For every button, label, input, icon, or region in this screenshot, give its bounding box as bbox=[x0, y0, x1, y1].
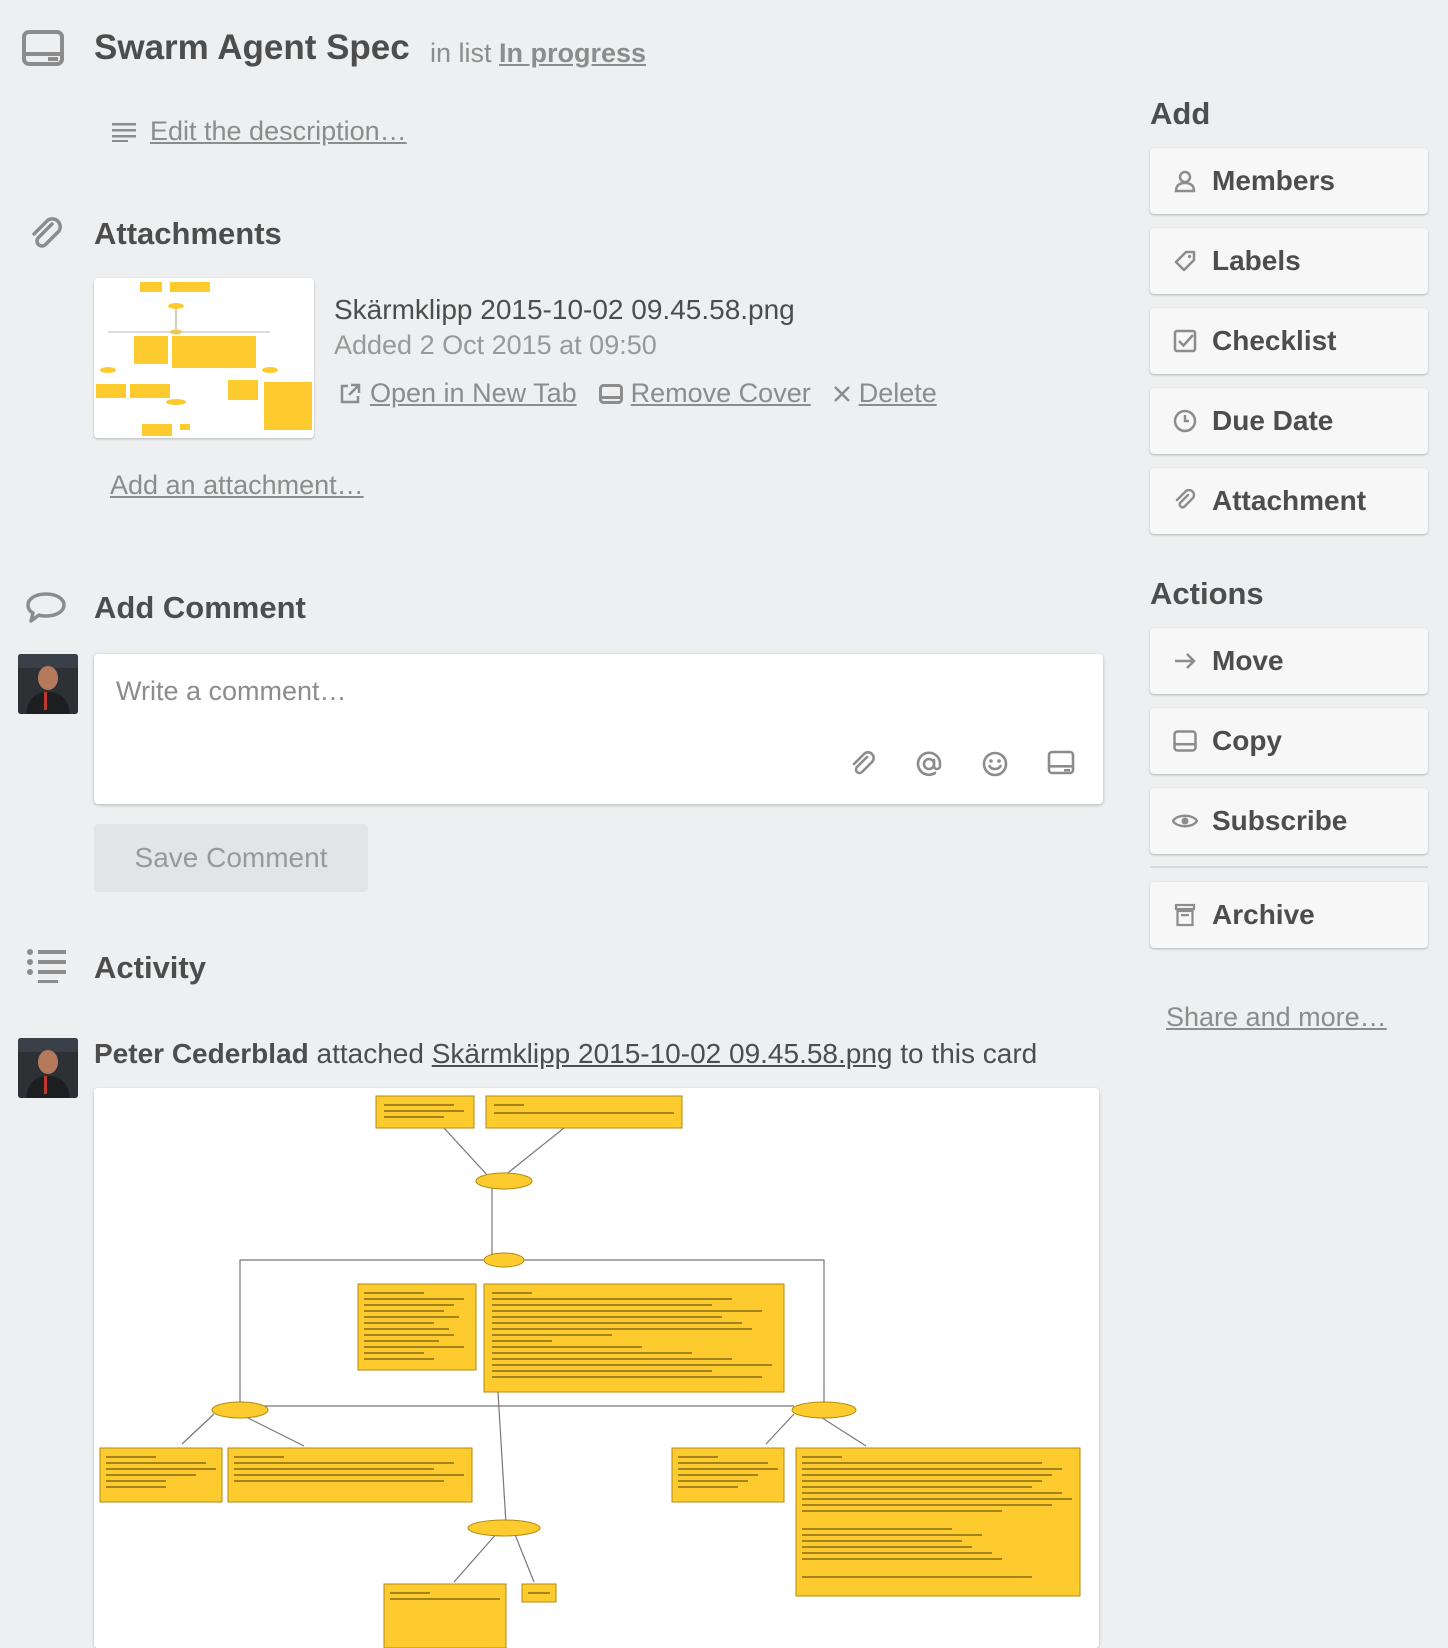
subscribe-button[interactable]: Subscribe bbox=[1150, 788, 1428, 854]
comment-placeholder: Write a comment… bbox=[116, 676, 347, 706]
activity-suffix: to this card bbox=[900, 1038, 1038, 1069]
activity-file-link[interactable]: Skärmklipp 2015-10-02 09.45.58.png bbox=[432, 1038, 893, 1069]
card-icon bbox=[1172, 730, 1198, 752]
attachment-label: Attachment bbox=[1212, 485, 1367, 516]
subscribe-label: Subscribe bbox=[1212, 805, 1348, 836]
activity-user-link[interactable]: Peter Cederblad bbox=[94, 1038, 309, 1069]
card-icon bbox=[22, 30, 64, 66]
comment-input[interactable]: Write a comment… bbox=[94, 654, 1103, 804]
open-new-tab-link[interactable]: Open in New Tab bbox=[338, 378, 577, 409]
due-date-button[interactable]: Due Date bbox=[1150, 388, 1428, 454]
attachment-actions: Open in New Tab Remove Cover Delete bbox=[338, 378, 959, 409]
labels-button[interactable]: Labels bbox=[1150, 228, 1428, 294]
arrow-right-icon bbox=[1172, 651, 1198, 671]
open-new-tab-label: Open in New Tab bbox=[370, 378, 577, 408]
members-button[interactable]: Members bbox=[1150, 148, 1428, 214]
add-comment-heading: Add Comment bbox=[94, 590, 306, 625]
archive-button[interactable]: Archive bbox=[1150, 882, 1428, 948]
tag-icon bbox=[1172, 249, 1198, 273]
mention-icon[interactable] bbox=[915, 750, 943, 778]
labels-label: Labels bbox=[1212, 245, 1301, 276]
actions-heading: Actions bbox=[1150, 576, 1264, 611]
cover-icon bbox=[598, 383, 623, 404]
card-icon[interactable] bbox=[1047, 750, 1075, 778]
activity-heading: Activity bbox=[94, 950, 206, 985]
edit-description-link[interactable]: Edit the description… bbox=[150, 116, 407, 147]
avatar[interactable] bbox=[18, 654, 78, 714]
add-attachment-link[interactable]: Add an attachment… bbox=[110, 470, 364, 501]
external-link-icon bbox=[338, 382, 362, 406]
copy-button[interactable]: Copy bbox=[1150, 708, 1428, 774]
attachment-file-name: Skärmklipp 2015-10-02 09.45.58.png bbox=[334, 294, 795, 325]
checkbox-icon bbox=[1172, 329, 1198, 353]
attachments-heading: Attachments bbox=[94, 216, 282, 251]
in-list-prefix: in list bbox=[430, 38, 492, 68]
description-icon bbox=[112, 122, 136, 142]
move-label: Move bbox=[1212, 645, 1284, 676]
clock-icon bbox=[1172, 409, 1198, 433]
share-and-more-link[interactable]: Share and more… bbox=[1166, 1002, 1387, 1033]
paperclip-icon[interactable] bbox=[849, 750, 877, 778]
archive-icon bbox=[1172, 903, 1198, 927]
paperclip-icon bbox=[26, 214, 66, 254]
emoji-icon[interactable] bbox=[981, 750, 1009, 778]
delete-attachment-link[interactable]: Delete bbox=[833, 378, 937, 409]
copy-label: Copy bbox=[1212, 725, 1282, 756]
in-list-text: in list In progress bbox=[430, 38, 646, 69]
person-icon bbox=[1172, 169, 1198, 193]
activity-icon bbox=[26, 948, 68, 984]
archive-label: Archive bbox=[1212, 899, 1315, 930]
activity-verb: attached bbox=[316, 1038, 424, 1069]
add-heading: Add bbox=[1150, 96, 1211, 131]
eye-icon bbox=[1172, 812, 1198, 830]
checklist-button[interactable]: Checklist bbox=[1150, 308, 1428, 374]
card-title[interactable]: Swarm Agent Spec bbox=[94, 28, 410, 68]
comment-toolbar bbox=[849, 750, 1075, 778]
sidebar-divider bbox=[1150, 866, 1428, 868]
due-date-label: Due Date bbox=[1212, 405, 1334, 436]
checklist-label: Checklist bbox=[1212, 325, 1337, 356]
close-icon bbox=[833, 385, 851, 403]
save-comment-button[interactable]: Save Comment bbox=[94, 824, 368, 892]
attachment-button[interactable]: Attachment bbox=[1150, 468, 1428, 534]
attachment-thumbnail[interactable] bbox=[94, 278, 314, 438]
attachment-preview-image[interactable] bbox=[94, 1088, 1099, 1648]
remove-cover-label: Remove Cover bbox=[630, 378, 811, 408]
activity-entry: Peter Cederblad attached Skärmklipp 2015… bbox=[94, 1038, 1037, 1070]
members-label: Members bbox=[1212, 165, 1335, 196]
delete-label: Delete bbox=[858, 378, 937, 408]
move-button[interactable]: Move bbox=[1150, 628, 1428, 694]
remove-cover-link[interactable]: Remove Cover bbox=[598, 378, 811, 409]
paperclip-icon bbox=[1172, 489, 1198, 513]
attachment-added-date: Added 2 Oct 2015 at 09:50 bbox=[334, 330, 657, 360]
list-name-link[interactable]: In progress bbox=[499, 38, 646, 68]
avatar[interactable] bbox=[18, 1038, 78, 1098]
comment-icon bbox=[26, 590, 66, 626]
